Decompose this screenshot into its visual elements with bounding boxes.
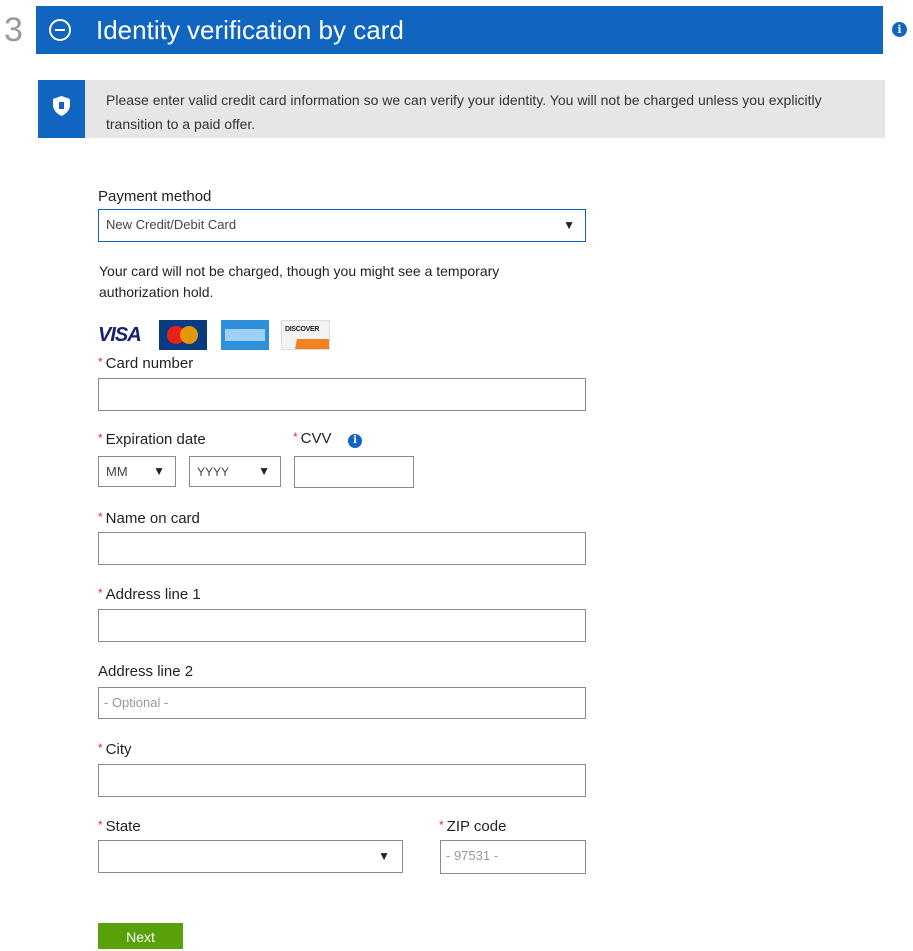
charge-note: Your card will not be charged, though yo… <box>99 263 500 300</box>
chevron-down-icon: ▼ <box>258 464 270 478</box>
chevron-down-icon: ▼ <box>153 464 165 478</box>
payment-method-value: New Credit/Debit Card <box>106 217 237 232</box>
next-button[interactable]: Next <box>98 923 183 949</box>
address-line2-input[interactable]: - Optional - <box>98 687 586 719</box>
step-title: Identity verification by card <box>96 15 404 45</box>
discover-logo: DISCOVER <box>281 320 330 350</box>
name-on-card-input[interactable] <box>98 532 586 565</box>
notice-text: Please enter valid credit card informati… <box>106 92 822 132</box>
zip-label: * ZIP code <box>439 818 507 835</box>
state-label: * State <box>98 818 141 835</box>
address-line2-label: Address line 2 <box>98 663 194 680</box>
chevron-down-icon: ▼ <box>378 849 390 863</box>
city-label: * City <box>98 741 132 758</box>
zip-input[interactable]: - 97531 - <box>440 840 586 874</box>
visa-logo: VISA <box>98 324 142 346</box>
chevron-down-icon: ▼ <box>563 218 575 232</box>
mastercard-logo <box>159 320 207 350</box>
payment-method-select[interactable]: New Credit/Debit Card ▼ <box>98 209 586 242</box>
amex-logo <box>221 320 269 350</box>
cvv-input[interactable] <box>294 456 414 488</box>
name-on-card-label: * Name on card <box>98 510 200 527</box>
expiration-date-label: * Expiration date <box>98 431 206 448</box>
expiration-year-select[interactable]: YYYY ▼ <box>189 456 281 487</box>
address-line1-label: * Address line 1 <box>98 586 201 603</box>
city-input[interactable] <box>98 764 586 797</box>
info-icon[interactable]: i <box>892 22 907 37</box>
cvv-label: * CVV <box>293 430 332 447</box>
expiration-month-select[interactable]: MM ▼ <box>98 456 176 487</box>
collapse-icon[interactable] <box>49 19 71 41</box>
card-number-label: * Card number <box>98 355 194 372</box>
cvv-info-icon[interactable]: i <box>348 434 362 448</box>
card-number-input[interactable] <box>98 378 586 411</box>
state-select[interactable]: ▼ <box>98 840 403 873</box>
payment-method-label: Payment method <box>98 188 212 205</box>
shield-icon <box>53 96 70 116</box>
step-number: 3 <box>4 11 23 49</box>
address-line1-input[interactable] <box>98 609 586 642</box>
